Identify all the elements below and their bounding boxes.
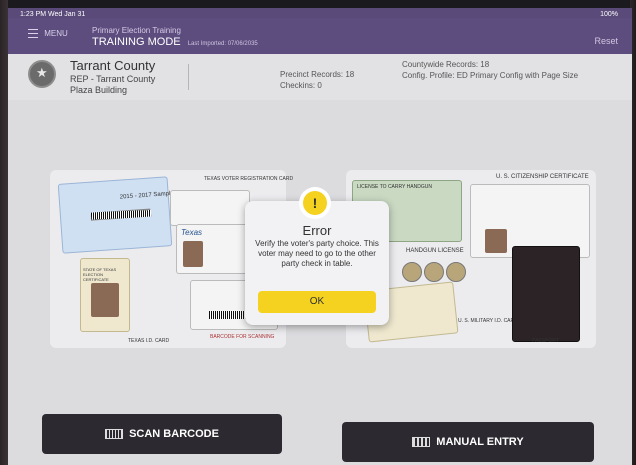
county-name: Tarrant County [70,58,156,73]
registration-card-back [170,190,250,226]
menu-label: MENU [44,29,68,38]
citizenship-photo [485,229,507,253]
divider [188,64,189,90]
passport-card [512,246,580,342]
texas-logo: Texas [181,228,203,237]
id-card-caption: TEXAS I.D. CARD [128,338,170,344]
license-photo [183,241,203,267]
county-seal-icon [28,60,56,88]
manual-entry-button[interactable]: MANUAL ENTRY [342,422,594,462]
config-profile: Config. Profile: ED Primary Config with … [402,71,579,80]
military-caption: U. S. MILITARY I.D. CARD [458,318,518,324]
reset-button[interactable]: Reset [594,36,618,46]
menu-button[interactable]: MENU [28,29,68,39]
scan-barcode-label: SCAN BARCODE [129,428,219,440]
ok-button[interactable]: OK [258,291,376,313]
election-certificate-card: STATE OF TEXAS ELECTION CERTIFICATE [80,258,130,332]
citizenship-caption: U. S. CITIZENSHIP CERTIFICATE [496,174,589,180]
keyboard-icon [412,437,431,447]
license-carry-caption: LICENSE TO CARRY HANDGUN [357,184,432,190]
military-badge-icon [424,262,444,282]
device-bezel-left [0,0,8,465]
alert-icon-ring: ! [299,187,331,219]
party-label: REP - Tarrant County [70,74,156,84]
handgun-caption: HANDGUN LICENSE [406,248,464,254]
mode-label: TRAINING MODE [92,36,181,48]
voter-registration-card: 2015 - 2017 Sample [57,176,174,254]
dialog-message: Verify the voter's party choice. This vo… [255,239,379,268]
tablet-screen: 1:23 PM Wed Jan 31 100% MENU Primary Ele… [8,8,632,465]
error-dialog: ! Error Verify the voter's party choice.… [245,187,389,325]
app-header: MENU Primary Election Training TRAINING … [8,18,632,54]
precinct-records: Precinct Records: 18 [280,70,355,79]
location-label: Plaza Building [70,85,128,95]
cert-photo [91,283,119,317]
card-barcode [90,208,152,221]
scan-barcode-button[interactable]: SCAN BARCODE [42,414,282,454]
training-title: Primary Election Training [92,26,181,35]
barcode-icon [105,429,124,439]
passport-caption: PASSPORT [532,338,559,344]
sample-year: 2015 - 2017 Sample [119,190,174,201]
election-cert-caption: STATE OF TEXAS ELECTION CERTIFICATE [83,267,117,282]
voter-registration-caption: TEXAS VOTER REGISTRATION CARD [204,176,294,182]
hamburger-icon [28,29,38,39]
barcode-caption: BARCODE FOR SCANNING [210,334,275,340]
dialog-title: Error [302,223,332,238]
countywide-records: Countywide Records: 18 [402,60,490,69]
status-time: 1:23 PM Wed Jan 31 [20,11,86,18]
military-badge-icon [402,262,422,282]
checkins-count: Checkins: 0 [280,81,322,90]
warning-icon: ! [303,191,327,215]
county-info-bar: Tarrant County REP - Tarrant County Plaz… [8,54,632,101]
military-badge-icon [446,262,466,282]
manual-entry-label: MANUAL ENTRY [436,436,524,448]
training-mode-banner: TRAINING MODE Last Imported: 07/06/2035 [92,36,258,48]
last-imported: Last Imported: 07/06/2035 [187,41,258,47]
battery-indicator: 100% [600,11,618,18]
